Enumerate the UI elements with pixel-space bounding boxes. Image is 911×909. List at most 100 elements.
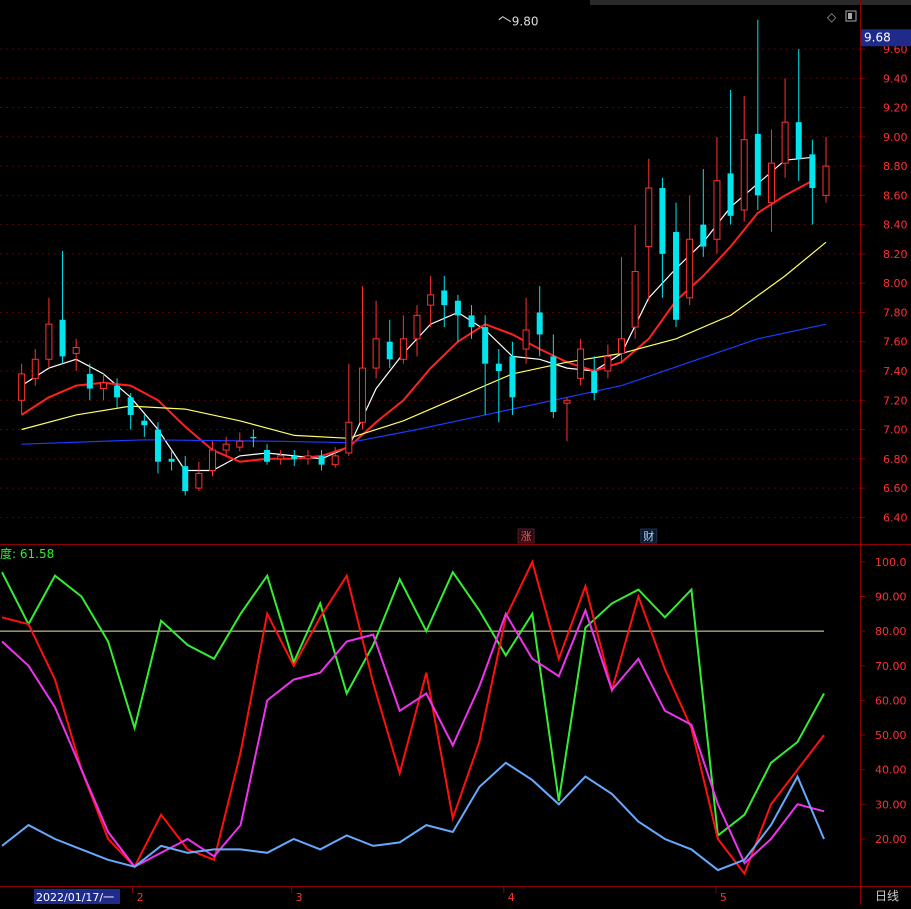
indicator-tick-label: 100.0	[875, 556, 907, 569]
date-tick-label: 2022/01/17/一	[36, 891, 114, 904]
price-tick-label: 8.60	[883, 189, 908, 202]
candle-body	[645, 187, 653, 248]
price-tick-label: 8.80	[883, 160, 908, 173]
candle-body	[236, 440, 244, 448]
date-tick-label: 3	[296, 891, 303, 904]
candle-body	[31, 358, 39, 379]
candle-body	[264, 450, 271, 462]
date-tick-label: 5	[720, 891, 727, 904]
price-tick-label: 8.00	[883, 277, 908, 290]
candle-body	[358, 367, 366, 423]
candle-body	[154, 429, 161, 462]
price-tick-label: 9.40	[883, 72, 908, 85]
stock-chart-window: ◇ 9.60 9.40 9.20 9.00 8.80 8.60 8.40 8.20 8.00 7.…	[0, 0, 911, 905]
candle-body	[713, 180, 721, 240]
price-tick-label: 7.80	[883, 306, 908, 319]
candle-body	[72, 347, 80, 354]
candle-body	[18, 373, 26, 401]
indicator-tick-label: 40.00	[875, 764, 907, 777]
candle-body	[372, 338, 380, 369]
date-tick-label: 2	[137, 891, 144, 904]
candle-body	[767, 162, 775, 204]
candle-body	[127, 397, 134, 415]
current-price-label: 9.68	[864, 30, 891, 44]
candle-body	[495, 363, 502, 371]
price-tick-label: 6.40	[883, 511, 908, 524]
candle-body	[331, 455, 339, 466]
candle-body	[522, 329, 530, 350]
indicator-tick-label: 90.00	[875, 590, 907, 603]
candle-body	[59, 319, 66, 357]
indicator-tick-label: 70.00	[875, 660, 907, 673]
candle-body	[673, 231, 680, 320]
price-tick-label: 6.60	[883, 482, 908, 495]
candle-body	[454, 300, 461, 316]
candle-body	[536, 312, 543, 335]
candle-body	[550, 356, 557, 412]
candle-body	[250, 436, 257, 439]
candle-body	[482, 327, 489, 364]
price-tick-label: 8.40	[883, 219, 908, 232]
candle-body	[114, 385, 121, 398]
candle-body	[509, 356, 516, 398]
candle-body	[468, 315, 475, 328]
candle-body	[345, 421, 353, 454]
candle-body	[168, 458, 175, 462]
candle-body	[304, 455, 312, 460]
candle-body	[822, 165, 830, 196]
price-tick-label: 9.20	[883, 102, 908, 115]
candle-body	[754, 133, 761, 196]
price-tick-label: 8.20	[883, 248, 908, 261]
high-price-label: 9.80	[512, 15, 539, 29]
indicator-tick-label: 30.00	[875, 798, 907, 811]
candle-body	[222, 443, 230, 451]
candle-body	[795, 122, 802, 159]
candle-body	[386, 341, 393, 360]
candle-body	[318, 455, 325, 465]
price-tick-label: 6.80	[883, 453, 908, 466]
price-tick-label: 7.20	[883, 394, 908, 407]
candle-body	[604, 355, 612, 372]
candle-body	[659, 188, 666, 254]
candle-body	[781, 121, 789, 164]
candle-body	[577, 348, 585, 379]
candle-body	[631, 270, 639, 328]
event-marker-zhang[interactable]: 涨	[521, 530, 532, 543]
candle-body	[563, 399, 571, 404]
indicator-label: 度: 61.58	[0, 546, 54, 561]
indicator-tick-label: 50.00	[875, 729, 907, 742]
indicator-tick-label: 20.00	[875, 833, 907, 846]
diamond-icon[interactable]: ◇	[827, 10, 837, 24]
candle-body	[291, 455, 298, 459]
candle-body	[591, 370, 598, 393]
candle-body	[86, 373, 93, 389]
candle-body	[427, 294, 435, 306]
date-tick-label: 4	[508, 891, 515, 904]
candle-body	[727, 173, 734, 216]
price-tick-label: 7.40	[883, 365, 908, 378]
candle-body	[686, 238, 694, 299]
candle-body	[809, 154, 816, 189]
candle-body	[141, 420, 148, 426]
candle-body	[441, 290, 448, 306]
event-marker-cai[interactable]: 财	[643, 529, 654, 543]
chart-canvas[interactable]: ◇ 9.609.409.209.008.808.608.408.208.007.…	[0, 0, 911, 905]
candle-body	[209, 449, 216, 472]
price-tick-label: 9.00	[883, 131, 908, 144]
indicator-tick-label: 80.00	[875, 625, 907, 638]
candle-body	[740, 139, 748, 211]
chart-background	[0, 0, 911, 905]
top-toolbar	[590, 0, 911, 5]
price-tick-label: 7.60	[883, 336, 908, 349]
indicator-tick-label: 60.00	[875, 694, 907, 707]
candle-body	[99, 382, 107, 390]
candle-body	[399, 338, 407, 360]
candle-body	[700, 224, 707, 247]
current-price-tag: 9.68	[861, 29, 911, 47]
price-tick-label: 7.00	[883, 424, 908, 437]
candle-body	[413, 314, 421, 340]
candle-body	[277, 455, 285, 460]
candle-body	[618, 338, 625, 354]
candle-body	[45, 323, 53, 360]
period-label[interactable]: 日线	[875, 889, 899, 903]
